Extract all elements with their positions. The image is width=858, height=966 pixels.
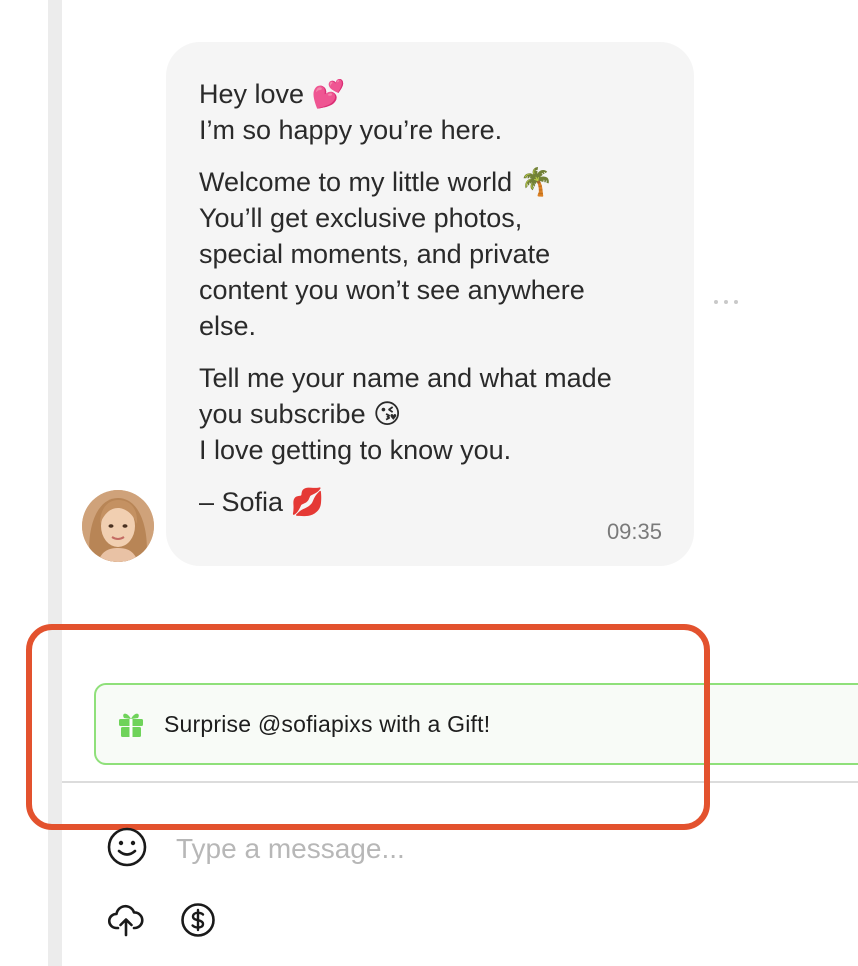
annotation-highlight-box bbox=[26, 624, 710, 830]
message-timestamp: 09:35 bbox=[606, 519, 662, 544]
message-line: Hey love 💕 bbox=[199, 79, 346, 109]
message-line: you subscribe 😘 bbox=[199, 399, 402, 429]
message-line: Tell me your name and what made bbox=[199, 363, 612, 393]
message-line: Welcome to my little world 🌴 bbox=[199, 167, 554, 197]
message-line: special moments, and private bbox=[199, 239, 551, 269]
message-line: You’ll get exclusive photos, bbox=[199, 203, 523, 233]
message-line: else. bbox=[199, 311, 257, 341]
message-line: I’m so happy you’re here. bbox=[199, 115, 503, 145]
message-paragraph-3: Tell me your name and what made you subs… bbox=[199, 360, 662, 468]
avatar[interactable] bbox=[82, 490, 154, 562]
more-options-icon[interactable] bbox=[714, 292, 754, 312]
message-line: content you won’t see anywhere bbox=[199, 275, 585, 305]
message-paragraph-2: Welcome to my little world 🌴 You’ll get … bbox=[199, 164, 662, 344]
message-input[interactable] bbox=[176, 828, 736, 870]
message-paragraph-1: Hey love 💕 I’m so happy you’re here. bbox=[199, 76, 662, 148]
smile-icon[interactable] bbox=[106, 826, 148, 868]
avatar-image bbox=[82, 490, 154, 562]
message-bubble: Hey love 💕 I’m so happy you’re here. Wel… bbox=[166, 42, 694, 566]
message-line: I love getting to know you. bbox=[199, 435, 512, 465]
message-signature: – Sofia 💋 bbox=[199, 487, 325, 517]
dollar-icon[interactable] bbox=[180, 902, 216, 938]
upload-icon[interactable] bbox=[108, 902, 144, 938]
